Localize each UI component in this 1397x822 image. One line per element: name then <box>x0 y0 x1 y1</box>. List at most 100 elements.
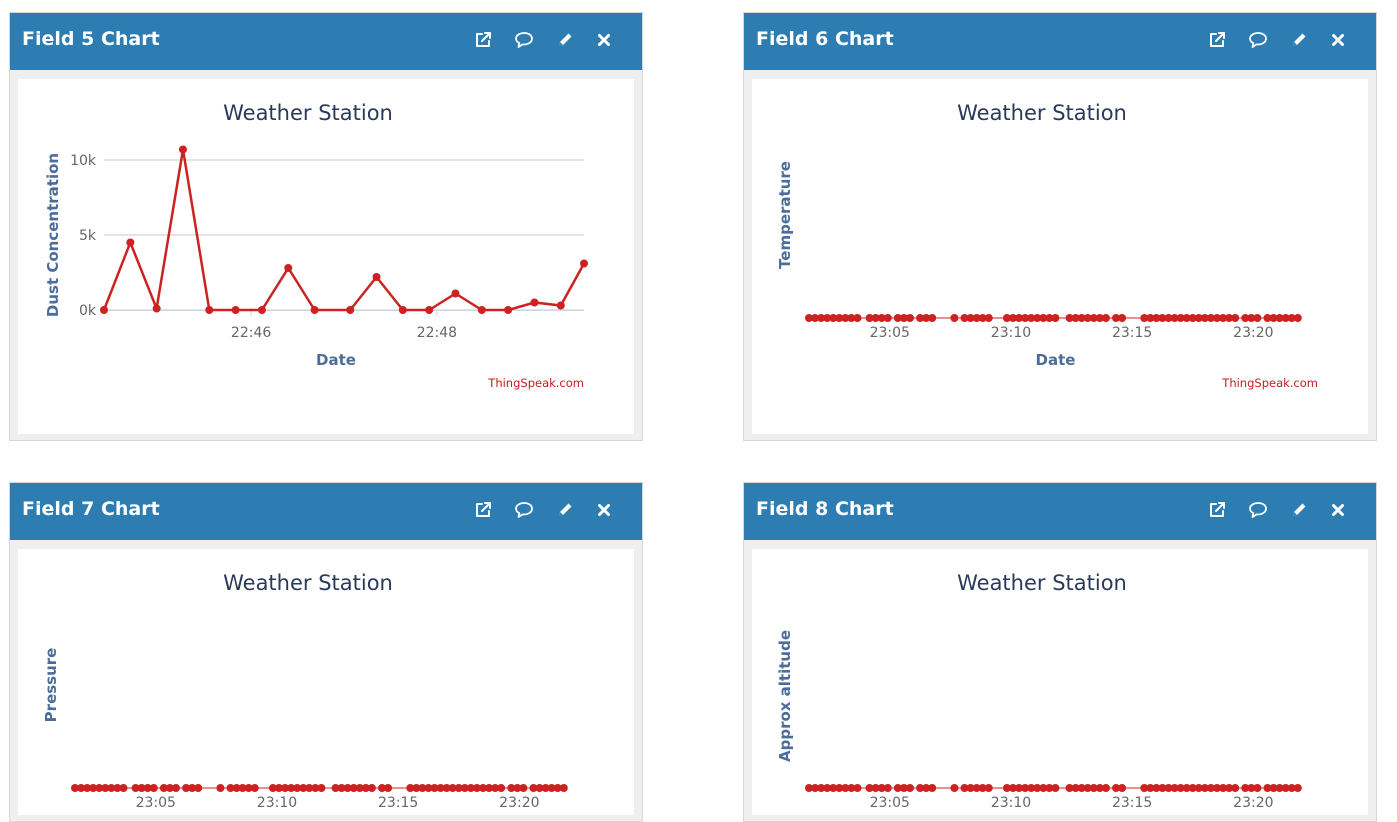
data-point <box>928 314 937 322</box>
data-point <box>205 306 214 314</box>
comment-icon[interactable] <box>1247 499 1269 521</box>
external-link-icon[interactable] <box>1206 499 1228 521</box>
data-point <box>194 784 203 792</box>
data-point <box>149 784 158 792</box>
data-point <box>559 784 568 792</box>
x-tick-label: 23:10 <box>257 795 297 811</box>
data-point <box>984 314 993 322</box>
pencil-icon[interactable] <box>1288 29 1310 51</box>
chart: Weather Station 23:05 23:10 23:15 23:20 Press… <box>42 571 568 811</box>
y-axis-label: Dust Concentration <box>44 153 62 317</box>
data-point <box>250 784 259 792</box>
comment-icon[interactable] <box>1247 29 1269 51</box>
comment-icon[interactable] <box>513 499 535 521</box>
x-tick-label: 23:15 <box>1112 795 1152 811</box>
data-point <box>1231 314 1240 322</box>
pencil-icon[interactable] <box>554 499 576 521</box>
x-tick-label: 22:48 <box>417 325 457 341</box>
data-point <box>372 273 381 281</box>
data-point <box>477 306 486 314</box>
chart-title: Weather Station <box>957 101 1127 125</box>
external-link-icon[interactable] <box>472 29 494 51</box>
external-link-icon[interactable] <box>472 499 494 521</box>
series-line <box>102 148 586 312</box>
x-tick-label: 23:05 <box>870 325 910 341</box>
data-point <box>1101 314 1110 322</box>
x-tick-label: 23:15 <box>378 795 418 811</box>
data-point <box>1118 314 1127 322</box>
x-tick-label: 23:10 <box>991 795 1031 811</box>
widget-header: Field 7 Chart <box>10 483 642 540</box>
data-point <box>905 784 914 792</box>
data-point <box>257 306 266 314</box>
data-point <box>928 784 937 792</box>
data-point <box>100 306 108 314</box>
data-point <box>504 306 513 314</box>
data-point <box>126 238 135 247</box>
widget-title: Field 8 Chart <box>756 498 894 520</box>
data-point <box>346 306 355 314</box>
data-point <box>178 145 187 154</box>
y-axis-label: Temperature <box>776 161 794 269</box>
data-point <box>216 784 225 792</box>
widget-title: Field 7 Chart <box>22 498 160 520</box>
chart-title: Weather Station <box>957 571 1127 595</box>
data-point <box>1118 784 1127 792</box>
chart: Weather Station 0k 5k 10k 22:46 22:48 Dust Con… <box>44 101 588 390</box>
close-icon[interactable] <box>1327 499 1349 521</box>
data-point <box>171 784 180 792</box>
data-point <box>950 314 959 322</box>
data-point <box>1293 784 1302 792</box>
close-icon[interactable] <box>593 29 615 51</box>
data-point <box>1253 314 1262 322</box>
chart-area: Weather Station 23:05 23:10 23:15 23:20 Tempe… <box>752 79 1368 434</box>
data-point <box>1231 784 1240 792</box>
y-tick-label: 5k <box>79 228 97 244</box>
close-icon[interactable] <box>1327 29 1349 51</box>
data-point <box>231 306 240 314</box>
chart-area: Weather Station 0k 5k 10k 22:46 22:48 Dust Con… <box>18 79 634 434</box>
data-point <box>556 301 565 310</box>
widget-toolbar <box>462 483 642 536</box>
widget-toolbar <box>1196 483 1376 536</box>
data-point <box>853 784 862 792</box>
comment-icon[interactable] <box>513 29 535 51</box>
x-tick-label: 23:05 <box>870 795 910 811</box>
chart-title: Weather Station <box>223 101 393 125</box>
credit-link[interactable]: ThingSpeak.com <box>487 376 584 390</box>
pencil-icon[interactable] <box>554 29 576 51</box>
x-axis-label: Date <box>1036 351 1076 369</box>
pencil-icon[interactable] <box>1288 499 1310 521</box>
data-point <box>950 784 959 792</box>
x-tick-label: 23:20 <box>499 795 539 811</box>
close-icon[interactable] <box>593 499 615 521</box>
data-point <box>1051 314 1060 322</box>
y-tick-label: 0k <box>79 303 97 319</box>
x-tick-label: 23:10 <box>991 325 1031 341</box>
data-point <box>1253 784 1262 792</box>
data-point <box>367 784 376 792</box>
data-point <box>580 259 588 268</box>
data-point <box>317 784 326 792</box>
x-tick-label: 23:05 <box>136 795 176 811</box>
widget-title: Field 5 Chart <box>22 28 160 50</box>
data-point <box>152 304 161 313</box>
x-tick-label: 22:46 <box>231 325 271 341</box>
external-link-icon[interactable] <box>1206 29 1228 51</box>
data-point <box>905 314 914 322</box>
field-5-widget: Field 5 Chart Weather Station 0k 5k 10k 22:4… <box>9 12 643 441</box>
credit-link[interactable]: ThingSpeak.com <box>1221 376 1318 390</box>
data-point <box>883 784 892 792</box>
data-point <box>519 784 528 792</box>
chart: Weather Station 23:05 23:10 23:15 23:20 Appro… <box>776 571 1302 811</box>
data-point <box>451 289 460 298</box>
data-point <box>530 298 539 307</box>
widget-toolbar <box>1196 13 1376 66</box>
chart-area: Weather Station 23:05 23:10 23:15 23:20 Appro… <box>752 549 1368 815</box>
widget-header: Field 8 Chart <box>744 483 1376 540</box>
data-point <box>119 784 128 792</box>
x-axis-label: Date <box>316 351 356 369</box>
x-tick-label: 23:15 <box>1112 325 1152 341</box>
widget-title: Field 6 Chart <box>756 28 894 50</box>
chart: Weather Station 23:05 23:10 23:15 23:20 Tempe… <box>776 101 1318 390</box>
